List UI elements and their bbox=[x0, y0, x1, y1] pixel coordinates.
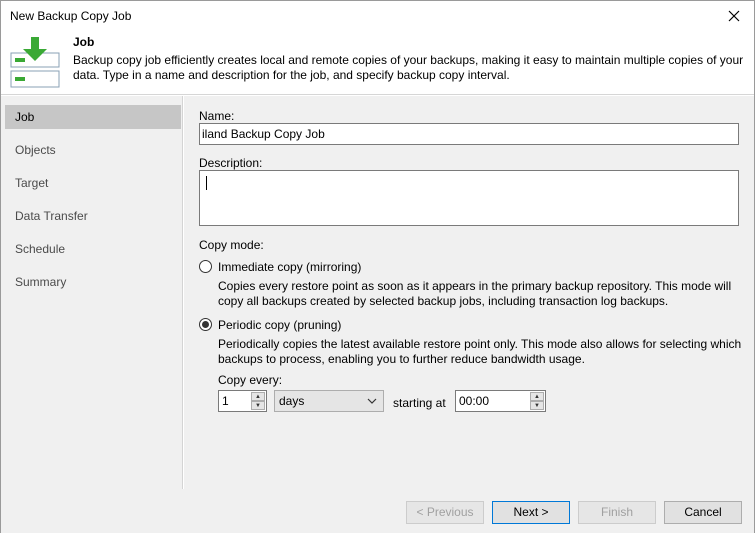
copy-mode-label: Copy mode: bbox=[199, 238, 264, 252]
close-button[interactable] bbox=[724, 6, 744, 26]
immediate-copy-description: Copies every restore point as soon as it… bbox=[218, 279, 732, 308]
increment-icon[interactable]: ▲ bbox=[251, 392, 265, 401]
start-time-picker[interactable]: 00:00 ▲ ▼ bbox=[455, 390, 546, 412]
description-label: Description: bbox=[199, 156, 263, 170]
wizard-footer: < Previous Next > Finish Cancel bbox=[1, 489, 754, 533]
text-caret bbox=[206, 176, 207, 190]
nav-item-target[interactable]: Target bbox=[5, 171, 181, 195]
immediate-copy-label[interactable]: Immediate copy (mirroring) bbox=[218, 260, 361, 274]
copy-every-stepper[interactable]: 1 ▲ ▼ bbox=[218, 390, 267, 412]
job-settings-panel: Name: iland Backup Copy Job Description:… bbox=[184, 96, 754, 489]
chevron-down-icon bbox=[367, 398, 377, 404]
decrement-icon[interactable]: ▼ bbox=[530, 401, 544, 410]
next-button[interactable]: Next > bbox=[492, 501, 570, 524]
backup-copy-job-icon bbox=[10, 37, 60, 88]
nav-item-summary[interactable]: Summary bbox=[5, 270, 181, 294]
time-stepper-arrows[interactable]: ▲ ▼ bbox=[530, 392, 544, 410]
window-title: New Backup Copy Job bbox=[10, 9, 132, 23]
cancel-button[interactable]: Cancel bbox=[664, 501, 742, 524]
close-icon bbox=[728, 10, 740, 22]
description-input[interactable] bbox=[199, 170, 739, 226]
copy-every-value: 1 bbox=[222, 394, 229, 408]
stepper-arrows[interactable]: ▲ ▼ bbox=[251, 392, 265, 410]
previous-button[interactable]: < Previous bbox=[406, 501, 484, 524]
name-input[interactable]: iland Backup Copy Job bbox=[199, 123, 739, 145]
nav-item-objects[interactable]: Objects bbox=[5, 138, 181, 162]
interval-unit-value: days bbox=[279, 394, 305, 408]
wizard-steps-nav: Job Objects Target Data Transfer Schedul… bbox=[1, 96, 183, 489]
step-title: Job bbox=[73, 35, 95, 49]
name-label: Name: bbox=[199, 109, 235, 123]
step-description: Backup copy job efficiently creates loca… bbox=[73, 53, 744, 82]
dialog-window: New Backup Copy Job Job Backup copy job … bbox=[0, 0, 755, 533]
nav-item-job[interactable]: Job bbox=[5, 105, 181, 129]
start-time-value: 00:00 bbox=[459, 394, 490, 408]
finish-button[interactable]: Finish bbox=[578, 501, 656, 524]
periodic-copy-description: Periodically copies the latest available… bbox=[218, 337, 742, 366]
wizard-header: Job Backup copy job efficiently creates … bbox=[1, 31, 754, 95]
interval-unit-select[interactable]: days bbox=[274, 390, 384, 412]
increment-icon[interactable]: ▲ bbox=[530, 392, 544, 401]
immediate-copy-radio[interactable] bbox=[199, 260, 212, 273]
copy-every-label: Copy every: bbox=[218, 373, 283, 387]
decrement-icon[interactable]: ▼ bbox=[251, 401, 265, 410]
periodic-copy-label[interactable]: Periodic copy (pruning) bbox=[218, 318, 341, 332]
starting-at-label: starting at bbox=[393, 396, 446, 410]
nav-item-data-transfer[interactable]: Data Transfer bbox=[5, 204, 181, 228]
title-bar: New Backup Copy Job bbox=[1, 1, 754, 31]
periodic-copy-radio[interactable] bbox=[199, 318, 212, 331]
name-input-value: iland Backup Copy Job bbox=[202, 127, 325, 141]
nav-item-schedule[interactable]: Schedule bbox=[5, 237, 181, 261]
